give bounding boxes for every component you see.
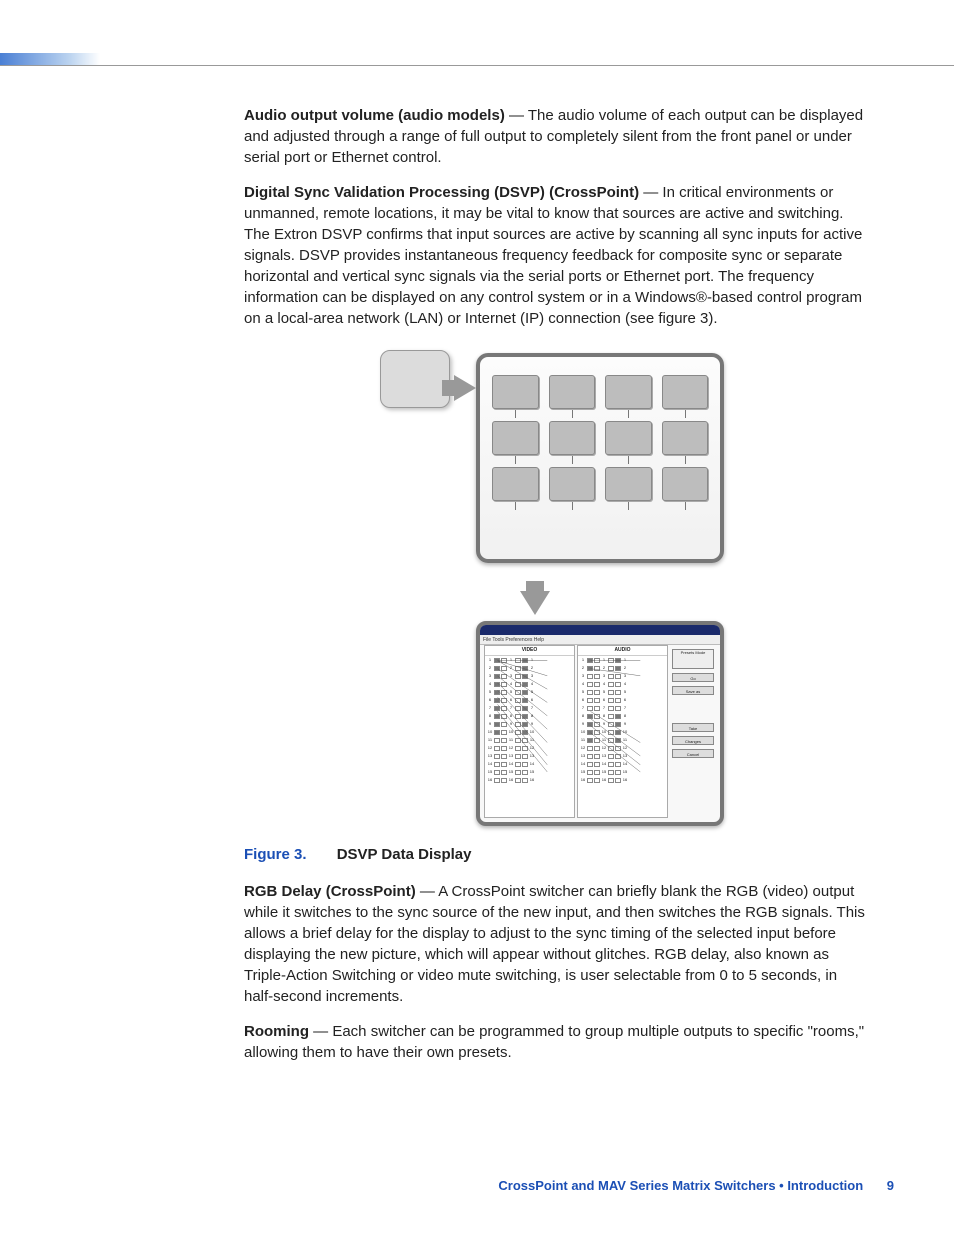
matrix-row: 111 [485, 656, 574, 664]
audio-column: AUDIO 1112223334445556667778889991010101… [577, 645, 668, 818]
matrix-row: 141414 [485, 760, 574, 768]
matrix-row: 141414 [578, 760, 667, 768]
window-menubar: File Tools Preferences Help [480, 635, 720, 645]
figure-caption: Figure 3. DSVP Data Display [244, 844, 868, 865]
para-rooming: Rooming — Each switcher can be programme… [244, 1021, 868, 1063]
arrow-down-icon [520, 591, 550, 615]
matrix-row: 333 [578, 672, 667, 680]
matrix-row: 666 [485, 696, 574, 704]
matrix-row: 101010 [485, 728, 574, 736]
matrix-row: 555 [578, 688, 667, 696]
para-rgb-delay-body: — A CrossPoint switcher can briefly blan… [244, 883, 865, 1005]
rack-unit [605, 467, 652, 501]
matrix-row: 666 [578, 696, 667, 704]
figure-3: File Tools Preferences Help VIDEO 111222… [356, 353, 756, 826]
rack-grid [492, 375, 708, 501]
video-column: VIDEO 1112223334445556667778889991010101… [484, 645, 575, 818]
arrow-right-icon [454, 375, 476, 401]
take-button: Take [672, 723, 714, 732]
matrix-row: 101010 [578, 728, 667, 736]
matrix-row: 333 [485, 672, 574, 680]
rack-unit [492, 421, 539, 455]
matrix-row: 161616 [578, 776, 667, 784]
matrix-row: 111111 [485, 736, 574, 744]
figure-number: Figure 3. [244, 846, 307, 863]
matrix-row: 151515 [485, 768, 574, 776]
para-dsvp-body: — In critical environments or unmanned, … [244, 184, 862, 327]
header-gradient [0, 53, 100, 65]
matrix-row: 444 [485, 680, 574, 688]
matrix-row: 131313 [578, 752, 667, 760]
matrix-row: 222 [485, 664, 574, 672]
para-dsvp-strong: Digital Sync Validation Processing (DSVP… [244, 184, 639, 201]
rack-unit [492, 467, 539, 501]
side-panel: Presets Mode Go Save as Take Changes Can… [670, 645, 716, 818]
side-spacer [672, 699, 714, 719]
rack-unit [549, 375, 596, 409]
matrix-row: 161616 [485, 776, 574, 784]
matrix-row: 444 [578, 680, 667, 688]
matrix-row: 999 [578, 720, 667, 728]
rack-unit [492, 375, 539, 409]
matrix-row: 777 [485, 704, 574, 712]
rack-unit [549, 421, 596, 455]
matrix-row: 111 [578, 656, 667, 664]
go-button: Go [672, 673, 714, 682]
para-rooming-body: — Each switcher can be programmed to gro… [244, 1023, 864, 1061]
server-icon [380, 350, 450, 408]
rack-unit [662, 421, 709, 455]
matrix-row: 121212 [578, 744, 667, 752]
matrix-row: 555 [485, 688, 574, 696]
para-audio-output-strong: Audio output volume (audio models) [244, 107, 505, 124]
control-software-window: File Tools Preferences Help VIDEO 111222… [476, 621, 724, 826]
changes-button: Changes [672, 736, 714, 745]
matrix-row: 131313 [485, 752, 574, 760]
rack-unit [605, 421, 652, 455]
rack-unit [605, 375, 652, 409]
header-rule [0, 65, 954, 66]
figure-title: DSVP Data Display [337, 846, 472, 863]
matrix-row: 222 [578, 664, 667, 672]
window-titlebar [480, 625, 720, 635]
rack-unit [662, 375, 709, 409]
audio-column-header: AUDIO [578, 646, 667, 656]
matrix-row: 999 [485, 720, 574, 728]
video-column-header: VIDEO [485, 646, 574, 656]
para-rgb-delay: RGB Delay (CrossPoint) — A CrossPoint sw… [244, 881, 868, 1007]
matrix-row: 111111 [578, 736, 667, 744]
cancel-button: Cancel [672, 749, 714, 758]
page-number: 9 [887, 1178, 894, 1193]
arrow-down-wrap [516, 573, 556, 621]
matrix-row: 777 [578, 704, 667, 712]
para-dsvp: Digital Sync Validation Processing (DSVP… [244, 182, 868, 329]
para-rgb-delay-strong: RGB Delay (CrossPoint) [244, 883, 416, 900]
page-content: Audio output volume (audio models) — The… [244, 105, 868, 1077]
rack-unit [549, 467, 596, 501]
footer-text: CrossPoint and MAV Series Matrix Switche… [498, 1178, 863, 1193]
matrix-row: 151515 [578, 768, 667, 776]
window-body: VIDEO 1112223334445556667778889991010101… [484, 645, 716, 818]
matrix-row: 121212 [485, 744, 574, 752]
monitor-rack-diagram [476, 353, 724, 563]
matrix-row: 888 [485, 712, 574, 720]
page-footer: CrossPoint and MAV Series Matrix Switche… [0, 1177, 894, 1195]
save-as-button: Save as [672, 686, 714, 695]
para-rooming-strong: Rooming [244, 1023, 309, 1040]
presets-mode-box: Presets Mode [672, 649, 714, 669]
rack-unit [662, 467, 709, 501]
matrix-row: 888 [578, 712, 667, 720]
para-audio-output: Audio output volume (audio models) — The… [244, 105, 868, 168]
